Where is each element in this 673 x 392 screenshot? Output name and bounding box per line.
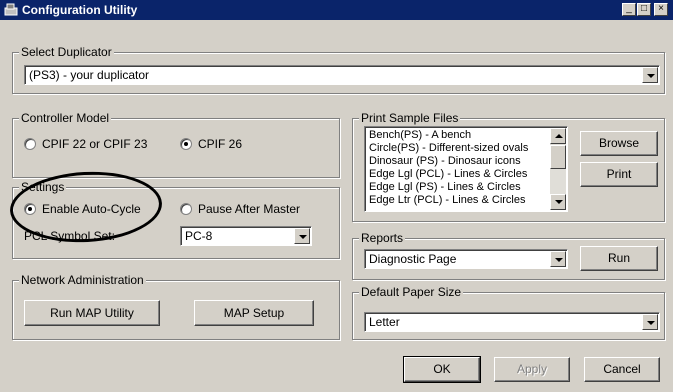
pcl-symbol-set-value: PC-8 (185, 229, 213, 243)
list-item[interactable]: Edge Lgl (PS) - Lines & Circles (369, 181, 521, 194)
network-administration-legend: Network Administration (19, 273, 146, 287)
list-item[interactable]: Edge Ltr (PCL) - Lines & Circles (369, 194, 526, 207)
pcl-symbol-set-dropdown[interactable]: PC-8 (180, 226, 312, 246)
ok-button[interactable]: OK (403, 356, 481, 383)
settings-legend: Settings (19, 180, 67, 194)
reports-dropdown-button[interactable] (550, 251, 566, 267)
minimize-button[interactable]: _ (622, 3, 636, 16)
chevron-down-icon (299, 235, 307, 239)
reports-legend: Reports (359, 231, 406, 245)
map-setup-button[interactable]: MAP Setup (194, 300, 314, 326)
chevron-up-icon (555, 134, 563, 138)
default-paper-size-legend: Default Paper Size (359, 285, 464, 299)
browse-button[interactable]: Browse (580, 131, 658, 156)
run-report-button[interactable]: Run (580, 246, 658, 271)
radio-indicator[interactable] (24, 203, 36, 215)
title-bar[interactable]: Configuration Utility _ □ × (0, 0, 673, 20)
listbox-scrollbar[interactable] (550, 128, 566, 210)
scroll-down-button[interactable] (550, 194, 566, 210)
print-sample-files-legend: Print Sample Files (359, 111, 461, 125)
configuration-utility-window: Configuration Utility _ □ × Select Dupli… (0, 0, 673, 392)
chevron-down-icon (555, 258, 563, 262)
paper-size-dropdown-button[interactable] (642, 314, 658, 330)
cancel-button[interactable]: Cancel (584, 357, 660, 382)
paper-size-value: Letter (369, 315, 400, 329)
controller-model-legend: Controller Model (19, 111, 112, 125)
pcl-symbol-set-label: PCL Symbol Set: (24, 229, 115, 243)
radio-indicator[interactable] (24, 138, 36, 150)
radio-indicator[interactable] (180, 203, 192, 215)
sample-files-listbox[interactable]: Bench(PS) - A bench Circle(PS) - Differe… (364, 126, 568, 212)
reports-value: Diagnostic Page (369, 252, 457, 266)
select-duplicator-legend: Select Duplicator (19, 45, 114, 59)
run-map-utility-button[interactable]: Run MAP Utility (24, 300, 160, 326)
radio-label: Enable Auto-Cycle (42, 202, 141, 216)
radio-indicator[interactable] (180, 138, 192, 150)
print-button[interactable]: Print (580, 162, 658, 187)
app-icon (4, 3, 18, 16)
window-title: Configuration Utility (22, 3, 138, 17)
radio-label: CPIF 22 or CPIF 23 (42, 137, 148, 151)
settings-group: Settings (12, 180, 340, 259)
list-item[interactable]: Bench(PS) - A bench (369, 129, 471, 142)
reports-dropdown[interactable]: Diagnostic Page (364, 249, 568, 269)
radio-label: Pause After Master (198, 202, 301, 216)
apply-button[interactable]: Apply (494, 357, 570, 382)
scroll-thumb[interactable] (550, 145, 566, 169)
chevron-down-icon (555, 200, 563, 204)
duplicator-value: (PS3) - your duplicator (29, 68, 150, 82)
chevron-down-icon (647, 321, 655, 325)
chevron-down-icon (647, 74, 655, 78)
radio-label: CPIF 26 (198, 137, 243, 151)
list-item[interactable]: Edge Lgl (PCL) - Lines & Circles (369, 168, 527, 181)
duplicator-dropdown[interactable]: (PS3) - your duplicator (24, 65, 660, 85)
paper-size-dropdown[interactable]: Letter (364, 312, 660, 332)
maximize-button[interactable]: □ (637, 3, 651, 16)
list-item[interactable]: Circle(PS) - Different-sized ovals (369, 142, 528, 155)
duplicator-dropdown-button[interactable] (642, 67, 658, 83)
pcl-dropdown-button[interactable] (294, 228, 310, 244)
close-button[interactable]: × (654, 3, 668, 16)
scroll-up-button[interactable] (550, 128, 566, 144)
list-item[interactable]: Dinosaur (PS) - Dinosaur icons (369, 155, 521, 168)
